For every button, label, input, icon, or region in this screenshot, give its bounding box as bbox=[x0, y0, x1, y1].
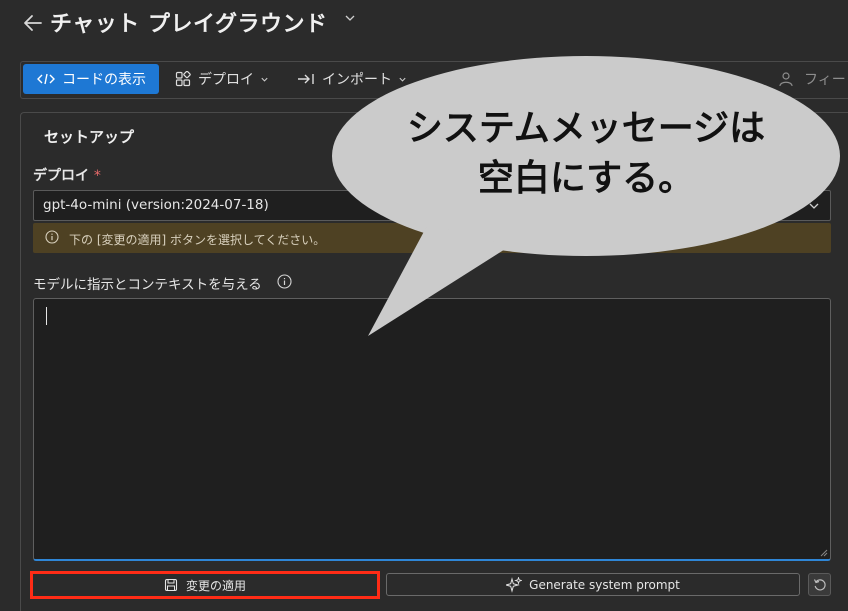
instructions-label: モデルに指示とコンテキストを与える bbox=[33, 277, 262, 293]
apply-changes-label: 変更の適用 bbox=[185, 578, 246, 593]
chevron-down-icon[interactable] bbox=[344, 12, 356, 24]
reset-icon bbox=[813, 578, 826, 590]
required-mark: * bbox=[93, 168, 101, 184]
info-icon[interactable] bbox=[277, 274, 292, 289]
chevron-down-icon bbox=[261, 77, 268, 82]
deploy-field-label-text: デプロイ bbox=[33, 168, 89, 184]
info-icon bbox=[45, 230, 59, 244]
resize-handle-icon[interactable] bbox=[820, 549, 828, 557]
callout-line-1: システムメッセージは bbox=[406, 108, 766, 149]
apply-changes-button[interactable]: 変更の適用 bbox=[30, 571, 380, 599]
deploy-field-label: デプロイ * bbox=[33, 165, 101, 185]
back-arrow-icon bbox=[24, 15, 42, 31]
deployment-value: gpt-4o-mini (version:2024-07-18) bbox=[43, 197, 269, 213]
view-code-button[interactable]: コードの表示 bbox=[23, 64, 159, 94]
setup-title: セットアップ bbox=[44, 128, 135, 146]
deploy-label: デプロイ bbox=[198, 72, 254, 88]
page-title: チャット プレイグラウンド bbox=[50, 12, 328, 37]
deploy-button[interactable]: デプロイ bbox=[175, 62, 276, 96]
deploy-icon bbox=[175, 71, 191, 87]
code-icon bbox=[37, 73, 55, 85]
back-button[interactable] bbox=[20, 10, 46, 36]
reset-button[interactable] bbox=[808, 573, 831, 596]
import-icon bbox=[298, 74, 314, 84]
text-caret bbox=[46, 307, 47, 325]
generate-system-prompt-button[interactable]: Generate system prompt bbox=[386, 573, 800, 596]
view-code-label: コードの表示 bbox=[62, 72, 146, 88]
warning-text: 下の [変更の適用] ボタンを選択してください。 bbox=[69, 233, 326, 247]
sparkle-icon bbox=[506, 576, 523, 593]
save-icon bbox=[164, 578, 178, 592]
callout-line-2: 空白にする。 bbox=[477, 158, 695, 199]
generate-system-prompt-label: Generate system prompt bbox=[529, 577, 680, 592]
callout-text: システムメッセージは 空白にする。 bbox=[330, 104, 842, 204]
